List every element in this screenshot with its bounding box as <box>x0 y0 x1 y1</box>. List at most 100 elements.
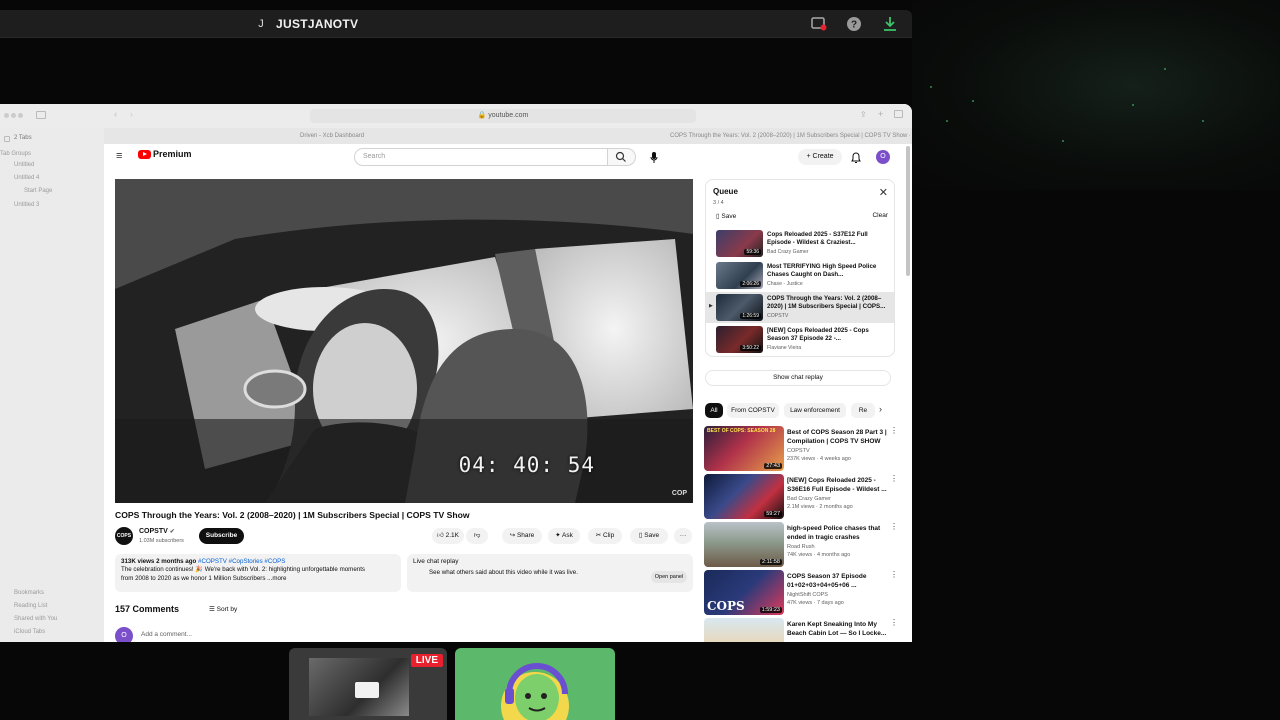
channel-name-text: COPSTV <box>139 528 168 535</box>
back-icon[interactable]: ‹ <box>114 109 117 119</box>
search-button[interactable] <box>608 148 636 166</box>
streamer-name[interactable]: JUSTJANOTV <box>276 16 358 32</box>
description-line-1: The celebration continues! 🎉 We're back … <box>121 566 366 573</box>
channel-name[interactable]: COPSTV ✔ <box>139 528 175 535</box>
queue-item[interactable]: 3:50:22 [NEW] Cops Reloaded 2025 - Cops … <box>706 324 894 355</box>
help-icon[interactable]: ? <box>845 15 863 33</box>
share-label: Share <box>516 532 535 539</box>
channel-avatar[interactable]: COPS <box>115 527 133 545</box>
queue-save-button[interactable]: ▯ Save <box>716 212 736 220</box>
sidebar-item-untitled[interactable]: Untitled <box>14 162 34 168</box>
more-vert-icon[interactable]: ⋮ <box>890 618 898 627</box>
window-minimize-icon[interactable] <box>11 113 16 118</box>
dislike-button[interactable]: 👎︎ <box>466 528 488 544</box>
youtube-logo-icon[interactable] <box>138 150 151 159</box>
more-vert-icon[interactable]: ⋮ <box>890 426 898 435</box>
microphone-icon[interactable] <box>650 151 658 169</box>
more-vert-icon[interactable]: ⋮ <box>890 570 898 579</box>
menu-icon[interactable]: ≡ <box>116 150 122 162</box>
tab-youtube[interactable]: COPS Through the Years: Vol. 2 (2008–202… <box>670 130 910 142</box>
sidebar-bookmarks[interactable]: Bookmarks <box>14 590 44 596</box>
queue-item[interactable]: 59:36 Cops Reloaded 2025 - S37E12 Full E… <box>706 228 894 259</box>
download-icon[interactable] <box>881 15 899 33</box>
add-comment-input[interactable]: Add a comment... <box>141 631 192 638</box>
sidebar-item-untitled-3[interactable]: Untitled 3 <box>14 202 39 208</box>
forward-icon[interactable]: › <box>130 109 133 119</box>
clip-button[interactable]: ✂ Clip <box>588 528 622 544</box>
recommendation-title: Karen Kept Sneaking Into My Beach Cabin … <box>787 621 887 637</box>
page-scrollbar[interactable] <box>906 146 910 276</box>
queue-duration: 3:50:22 <box>740 345 761 351</box>
sort-label: Sort by <box>216 606 238 613</box>
create-label: Create <box>812 153 834 160</box>
sidebar-item-untitled-4[interactable]: Untitled 4 <box>14 175 39 181</box>
more-vert-icon[interactable]: ⋮ <box>890 474 898 483</box>
share-button[interactable]: ↪ Share <box>502 528 542 544</box>
like-icon: 👍︎ <box>437 532 446 539</box>
window-zoom-icon[interactable] <box>18 113 23 118</box>
recommendation-item[interactable]: BEST OF COPS: SEASON 28 27:43 Best of CO… <box>704 426 904 472</box>
show-chat-replay-button[interactable]: Show chat replay <box>705 370 891 386</box>
commenter-avatar: O <box>115 627 133 642</box>
chevron-right-icon[interactable]: › <box>879 404 882 414</box>
queue-thumbnail: 3:50:22 <box>716 326 763 353</box>
sidebar-item-start-page[interactable]: Start Page <box>24 188 52 194</box>
recommendation-item[interactable]: 2:11:58 high-speed Police chases that en… <box>704 522 904 568</box>
sidebar-tabs-count[interactable]: 2 Tabs <box>14 135 32 141</box>
sidebar-toggle-icon[interactable] <box>36 111 46 119</box>
window-close-icon[interactable] <box>4 113 9 118</box>
screen-record-icon[interactable] <box>810 15 828 33</box>
video-player[interactable]: 04: 40: 54 COP <box>115 179 693 503</box>
queue-item-current[interactable]: ▶ 1:26:59 COPS Through the Years: Vol. 2… <box>706 292 894 323</box>
thumbnail-text: COPS <box>707 599 745 613</box>
sort-icon: ☰ <box>209 606 217 613</box>
sidebar-icloud-tabs[interactable]: iCloud Tabs <box>14 629 45 635</box>
search-input[interactable]: Search <box>354 148 608 166</box>
youtube-premium-logo[interactable]: Premium <box>153 149 192 159</box>
close-icon[interactable]: ✕ <box>879 186 888 199</box>
queue-item-channel: Chase - Justice <box>767 281 803 287</box>
more-vert-icon[interactable]: ⋮ <box>890 522 898 531</box>
dislike-icon: 👎︎ <box>473 532 481 539</box>
recommendation-item[interactable]: COPS 1:59:23 COPS Season 37 Episode 01+0… <box>704 570 904 616</box>
address-url: youtube.com <box>488 112 529 119</box>
sidebar-reading-list[interactable]: Reading List <box>14 603 47 609</box>
open-panel-button[interactable]: Open panel <box>651 571 687 583</box>
tab-dashboard[interactable]: Driven - Xcb Dashboard <box>300 130 480 142</box>
queue-clear-button[interactable]: Clear <box>872 212 888 219</box>
stream-preview-tile[interactable]: LIVE <box>289 648 447 720</box>
chip-from-copstv[interactable]: From COPSTV <box>727 403 779 418</box>
account-avatar[interactable]: O <box>876 150 890 164</box>
recommendation-channel: Road Rush <box>787 544 815 550</box>
recommendation-meta: 74K views · 4 months ago <box>787 552 851 558</box>
address-bar[interactable]: 🔒 youtube.com <box>310 109 696 123</box>
tab-overview-icon[interactable] <box>894 110 903 118</box>
streamer-avatar[interactable]: J <box>254 16 268 32</box>
subscribe-button[interactable]: Subscribe <box>199 528 244 544</box>
screen-root: J JUSTJANOTV ? ‹ › 🔒 youtube.com ⇪ + Dri… <box>0 0 1280 720</box>
ask-button[interactable]: ✦ Ask <box>548 528 580 544</box>
live-chat-text: See what others said about this video wh… <box>429 569 578 576</box>
more-actions-button[interactable]: ··· <box>674 528 692 544</box>
like-button[interactable]: 👍︎ 2.1K <box>432 528 464 544</box>
recommendation-item[interactable]: Karen Kept Sneaking Into My Beach Cabin … <box>704 618 904 642</box>
chip-related[interactable]: Re <box>851 403 875 418</box>
recommendation-item[interactable]: 59:27 [NEW] Cops Reloaded 2025 - S36E16 … <box>704 474 904 520</box>
queue-panel: Queue 3 / 4 ✕ ▯ Save Clear 59:36 Cops Re… <box>705 179 895 357</box>
sidebar-shared-with-you[interactable]: Shared with You <box>14 616 57 622</box>
notifications-bell-icon[interactable] <box>851 151 861 169</box>
save-button[interactable]: ▯ Save <box>630 528 668 544</box>
chip-all[interactable]: All <box>705 403 723 418</box>
avatar-tile[interactable] <box>455 648 615 720</box>
chip-law-enforcement[interactable]: Law enforcement <box>784 403 846 418</box>
queue-thumbnail: 1:26:59 <box>716 294 763 321</box>
youtube-header: ≡ Premium Search + Create O <box>104 144 912 172</box>
new-tab-icon[interactable]: + <box>878 109 883 119</box>
description-box[interactable]: 313K views 2 months ago #COPSTV #CopStor… <box>115 554 401 592</box>
browser-window: ‹ › 🔒 youtube.com ⇪ + Driven - Xcb Dashb… <box>0 104 912 642</box>
create-button[interactable]: + Create <box>798 149 842 165</box>
share-icon[interactable]: ⇪ <box>860 110 867 119</box>
hashtags[interactable]: #COPSTV #CopStories #COPS <box>198 558 285 565</box>
sort-comments-button[interactable]: ☰ Sort by <box>209 605 237 613</box>
queue-item[interactable]: 2:06:26 Most TERRIFYING High Speed Polic… <box>706 260 894 291</box>
